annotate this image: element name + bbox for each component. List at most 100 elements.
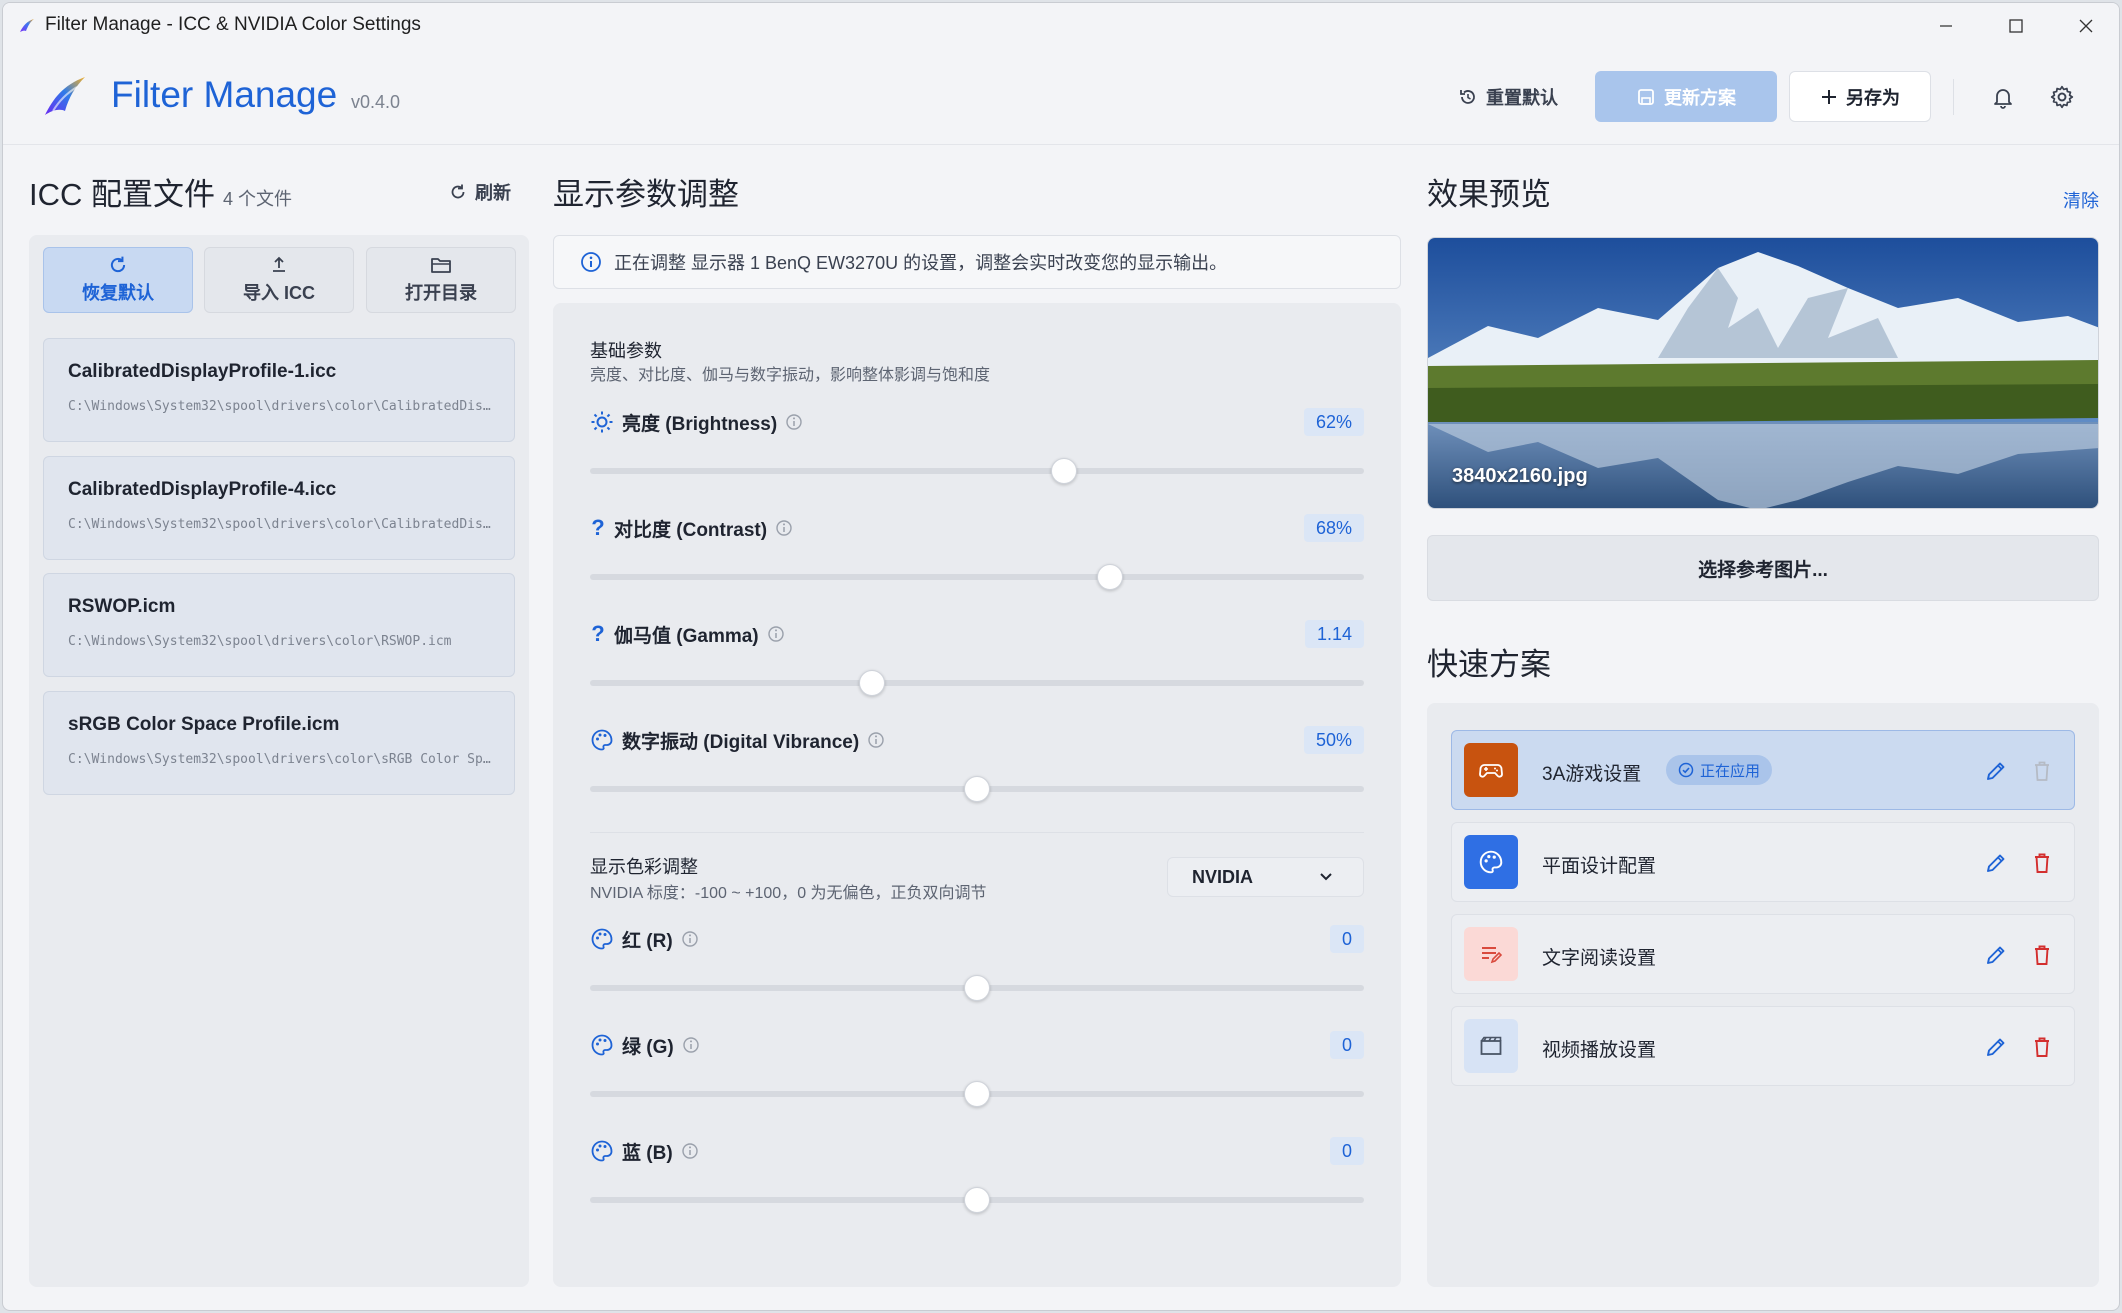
palette-icon bbox=[1479, 850, 1503, 874]
slider-thumb[interactable] bbox=[964, 1081, 990, 1107]
contrast-slider[interactable]: ? 对比度 (Contrast) 68% bbox=[590, 514, 1364, 594]
choose-reference-image-button[interactable]: 选择参考图片... bbox=[1427, 535, 2099, 601]
delete-preset-button[interactable] bbox=[2028, 941, 2056, 969]
slider-track[interactable] bbox=[590, 564, 1364, 590]
slider-label: 数字振动 (Digital Vibrance) bbox=[622, 731, 860, 753]
slider-thumb[interactable] bbox=[1051, 458, 1078, 484]
slider-label: 蓝 (B) bbox=[622, 1142, 673, 1164]
slider-track[interactable] bbox=[590, 975, 1364, 1001]
preset-name: 视频播放设置 bbox=[1542, 1040, 1657, 1061]
refresh-button[interactable]: 刷新 bbox=[449, 179, 511, 205]
close-button[interactable] bbox=[2055, 3, 2117, 49]
notifications-button[interactable] bbox=[1985, 79, 2021, 115]
preset-icon bbox=[1464, 743, 1518, 797]
app-logo-icon bbox=[45, 77, 85, 115]
icc-file-item[interactable]: sRGB Color Space Profile.icm C:\Windows\… bbox=[43, 691, 515, 795]
blue-slider[interactable]: 蓝 (B) 0 bbox=[590, 1137, 1364, 1217]
adjust-section-title: 显示参数调整 bbox=[553, 177, 739, 212]
gamma-slider[interactable]: ? 伽马值 (Gamma) 1.14 bbox=[590, 620, 1364, 700]
slider-track[interactable] bbox=[590, 1187, 1364, 1213]
preset-icon bbox=[1464, 927, 1518, 981]
settings-button[interactable] bbox=[2044, 79, 2080, 115]
refresh-icon bbox=[451, 184, 465, 199]
restore-default-button[interactable]: 恢复默认 bbox=[43, 247, 193, 313]
gear-icon bbox=[2050, 85, 2074, 109]
green-slider[interactable]: 绿 (G) 0 bbox=[590, 1031, 1364, 1111]
icc-file-item[interactable]: RSWOP.icm C:\Windows\System32\spool\driv… bbox=[43, 573, 515, 677]
edit-preset-button[interactable] bbox=[1982, 941, 2010, 969]
slider-value-badge: 68% bbox=[1303, 514, 1364, 542]
update-preset-button[interactable]: 更新方案 bbox=[1595, 71, 1777, 122]
palette-icon bbox=[591, 928, 613, 950]
icc-section-title: ICC 配置文件 4 个文件 bbox=[29, 169, 292, 214]
slider-thumb[interactable] bbox=[964, 975, 990, 1001]
app-logo-icon bbox=[20, 19, 34, 32]
app-window: Filter Manage - ICC & NVIDIA Color Setti… bbox=[2, 2, 2120, 1311]
import-icc-button[interactable]: 导入 ICC bbox=[204, 247, 354, 313]
edit-preset-button[interactable] bbox=[1982, 849, 2010, 877]
slider-thumb[interactable] bbox=[1097, 564, 1124, 590]
preset-icon bbox=[1464, 1019, 1518, 1073]
maximize-button[interactable] bbox=[1985, 3, 2047, 49]
app-header: Filter Manage v0.4.0 重置默认 更新方案 另存为 bbox=[3, 49, 2119, 145]
delete-preset-button[interactable] bbox=[2028, 1033, 2056, 1061]
info-icon[interactable] bbox=[682, 1036, 700, 1054]
maximize-icon bbox=[2009, 19, 2023, 33]
slider-track[interactable] bbox=[590, 776, 1364, 802]
info-icon[interactable] bbox=[681, 930, 699, 948]
delete-preset-button bbox=[2028, 757, 2056, 785]
minimize-button[interactable] bbox=[1915, 3, 1977, 49]
active-badge: 正在应用 bbox=[1666, 755, 1773, 785]
upload-icon bbox=[273, 256, 285, 272]
info-icon[interactable] bbox=[775, 519, 793, 537]
slider-thumb[interactable] bbox=[858, 670, 885, 696]
save-as-button[interactable]: 另存为 bbox=[1789, 71, 1931, 122]
info-icon bbox=[581, 252, 601, 272]
icc-file-count: 4 个文件 bbox=[223, 189, 293, 209]
save-as-label: 另存为 bbox=[1846, 87, 1900, 108]
info-icon[interactable] bbox=[785, 413, 803, 431]
presets-section-title: 快速方案 bbox=[1427, 647, 1551, 682]
red-slider[interactable]: 红 (R) 0 bbox=[590, 925, 1364, 1005]
trash-icon bbox=[2035, 1037, 2049, 1057]
info-icon[interactable] bbox=[867, 731, 885, 749]
trash-icon bbox=[2035, 761, 2049, 781]
open-folder-button[interactable]: 打开目录 bbox=[366, 247, 516, 313]
app-version: v0.4.0 bbox=[351, 92, 401, 112]
preview-image-name: 3840x2160.jpg bbox=[1452, 465, 1588, 487]
preview-image: 3840x2160.jpg bbox=[1427, 237, 2099, 509]
notes-icon bbox=[1482, 947, 1503, 964]
palette-icon bbox=[591, 1140, 613, 1162]
icc-file-item[interactable]: CalibratedDisplayProfile-4.icc C:\Window… bbox=[43, 456, 515, 560]
slider-track[interactable] bbox=[590, 458, 1364, 484]
slider-track[interactable] bbox=[590, 670, 1364, 696]
info-icon[interactable] bbox=[767, 625, 785, 643]
preset-item[interactable]: 文字阅读设置 bbox=[1451, 914, 2075, 994]
slider-thumb[interactable] bbox=[964, 1187, 990, 1213]
color-group-title: 显示色彩调整 bbox=[590, 857, 698, 877]
delete-preset-button[interactable] bbox=[2028, 849, 2056, 877]
icc-file-name: CalibratedDisplayProfile-1.icc bbox=[68, 361, 337, 382]
edit-preset-button[interactable] bbox=[1982, 1033, 2010, 1061]
preview-section-title: 效果预览 bbox=[1427, 177, 1551, 212]
basic-group-title: 基础参数 bbox=[590, 341, 662, 361]
clear-preview-link[interactable]: 清除 bbox=[2063, 187, 2099, 213]
preset-item[interactable]: 3A游戏设置 正在应用 bbox=[1451, 730, 2075, 810]
color-scale-select[interactable]: NVIDIA bbox=[1167, 857, 1364, 897]
brightness-slider[interactable]: 亮度 (Brightness) 62% bbox=[590, 408, 1364, 488]
active-badge-label: 正在应用 bbox=[1700, 762, 1761, 780]
slider-track[interactable] bbox=[590, 1081, 1364, 1107]
preset-item[interactable]: 平面设计配置 bbox=[1451, 822, 2075, 902]
icc-file-item[interactable]: CalibratedDisplayProfile-1.icc C:\Window… bbox=[43, 338, 515, 442]
preset-item[interactable]: 视频播放设置 bbox=[1451, 1006, 2075, 1086]
reset-default-button[interactable]: 重置默认 bbox=[1443, 71, 1573, 122]
history-icon bbox=[1460, 89, 1475, 104]
vibrance-slider[interactable]: 数字振动 (Digital Vibrance) 50% bbox=[590, 726, 1364, 806]
plus-icon bbox=[1822, 89, 1836, 104]
slider-label: 亮度 (Brightness) bbox=[622, 413, 778, 435]
edit-preset-button[interactable] bbox=[1982, 757, 2010, 785]
minimize-icon bbox=[1940, 25, 1952, 27]
reset-default-label: 重置默认 bbox=[1486, 87, 1558, 108]
info-icon[interactable] bbox=[681, 1142, 699, 1160]
slider-thumb[interactable] bbox=[964, 776, 990, 802]
